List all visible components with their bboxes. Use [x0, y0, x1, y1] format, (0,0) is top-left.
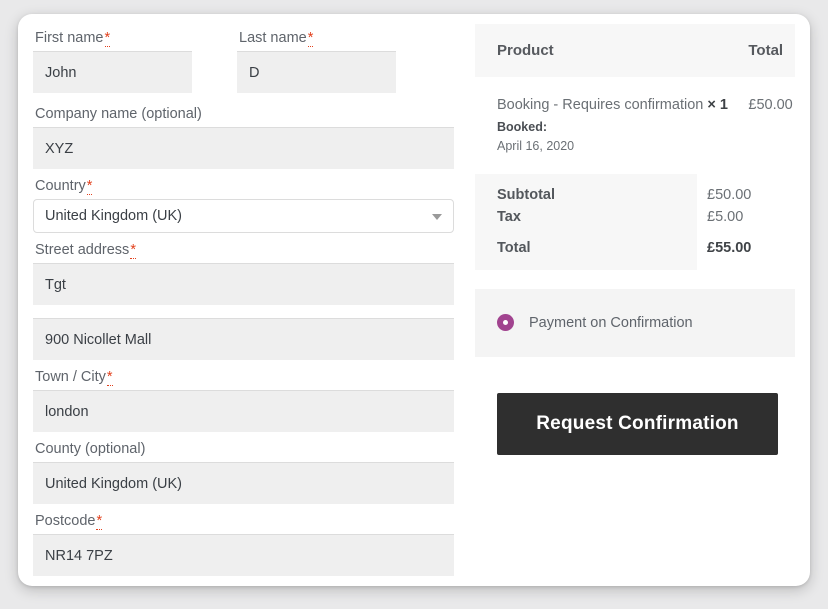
country-select[interactable]: United Kingdom (UK) [33, 199, 454, 233]
required-marker: * [106, 369, 113, 386]
label-company-name: Company name (optional) [35, 106, 202, 122]
field-country: Country* United Kingdom (UK) [33, 178, 454, 233]
label-town-city: Town / City* [35, 369, 454, 386]
required-marker: * [307, 30, 314, 47]
order-table-head: Product Total [475, 24, 795, 77]
required-marker: * [96, 513, 103, 530]
label-last-name-text: Last name [239, 30, 307, 46]
totals-label-tax: Tax [475, 206, 697, 228]
totals-value-total: £55.00 [697, 228, 795, 270]
request-confirmation-button[interactable]: Request Confirmation [497, 393, 778, 455]
totals-label-total: Total [475, 228, 697, 270]
order-item-meta: Booked: April 16, 2020 [497, 118, 738, 156]
label-postcode-text: Postcode [35, 513, 96, 529]
label-street-address: Street address* [35, 242, 454, 259]
order-item-name: Booking - Requires confirmation [497, 97, 704, 113]
field-street-address-1: Street address* [33, 242, 454, 305]
order-totals-body: Subtotal £50.00 Tax £5.00 Total £55.00 [475, 174, 795, 270]
field-county: County (optional) [33, 441, 454, 504]
town-city-input[interactable] [33, 390, 454, 432]
label-country: Country* [35, 178, 454, 195]
last-name-input[interactable] [237, 51, 396, 93]
country-select-value: United Kingdom (UK) [45, 208, 182, 224]
field-street-address-2 [33, 318, 454, 360]
submit-area: Request Confirmation [475, 393, 795, 455]
totals-value-tax: £5.00 [697, 206, 795, 228]
label-street-address-text: Street address [35, 242, 130, 258]
label-postcode: Postcode* [35, 513, 454, 530]
checkout-columns: First name* Last name* Company name (opt… [18, 14, 810, 586]
order-review: Product Total Booking - Requires confirm… [470, 14, 810, 586]
label-country-text: Country [35, 178, 86, 194]
name-row: First name* Last name* [33, 30, 454, 99]
checkout-card: First name* Last name* Company name (opt… [18, 14, 810, 586]
field-town-city: Town / City* [33, 369, 454, 432]
label-first-name: First name* [35, 30, 192, 47]
checkout-page: First name* Last name* Company name (opt… [0, 0, 828, 609]
required-marker: * [86, 178, 93, 195]
field-company-name: Company name (optional) [33, 106, 454, 169]
label-first-name-text: First name [35, 30, 104, 46]
label-last-name: Last name* [239, 30, 396, 47]
field-last-name: Last name* [237, 30, 396, 93]
county-input[interactable] [33, 462, 454, 504]
street-address-2-input[interactable] [33, 318, 454, 360]
totals-value-subtotal: £50.00 [697, 174, 795, 206]
table-row: Booking - Requires confirmation × 1 Book… [475, 77, 795, 174]
column-header-total: Total [738, 24, 795, 77]
order-table-header-row: Product Total [475, 24, 795, 77]
label-town-city-text: Town / City [35, 369, 106, 385]
required-marker: * [130, 242, 136, 259]
order-item-cell: Booking - Requires confirmation × 1 Book… [475, 77, 739, 174]
order-item-quantity: × 1 [707, 97, 728, 113]
label-county: County (optional) [35, 441, 146, 457]
field-postcode: Postcode* [33, 513, 454, 576]
totals-label-subtotal: Subtotal [475, 174, 697, 206]
order-items-table: Product Total Booking - Requires confirm… [475, 24, 795, 174]
order-item-meta-value: April 16, 2020 [497, 139, 575, 153]
postcode-input[interactable] [33, 534, 454, 576]
billing-form: First name* Last name* Company name (opt… [18, 14, 470, 586]
chevron-down-icon [432, 214, 442, 220]
street-address-1-input[interactable] [33, 263, 454, 305]
company-name-input[interactable] [33, 127, 454, 169]
radio-selected-icon[interactable] [497, 314, 514, 331]
payment-method-label: Payment on Confirmation [529, 314, 693, 331]
order-item-meta-label: Booked: [497, 120, 547, 134]
first-name-input[interactable] [33, 51, 192, 93]
order-item-amount: £50.00 [738, 77, 795, 174]
totals-row-subtotal: Subtotal £50.00 [475, 174, 795, 206]
totals-row-total: Total £55.00 [475, 228, 795, 270]
order-table-body: Booking - Requires confirmation × 1 Book… [475, 77, 795, 174]
payment-method-option[interactable]: Payment on Confirmation [475, 289, 795, 357]
column-header-product: Product [475, 24, 739, 77]
order-totals-table: Subtotal £50.00 Tax £5.00 Total £55.00 [475, 174, 795, 270]
totals-row-tax: Tax £5.00 [475, 206, 795, 228]
field-first-name: First name* [33, 30, 192, 93]
required-marker: * [104, 30, 111, 47]
